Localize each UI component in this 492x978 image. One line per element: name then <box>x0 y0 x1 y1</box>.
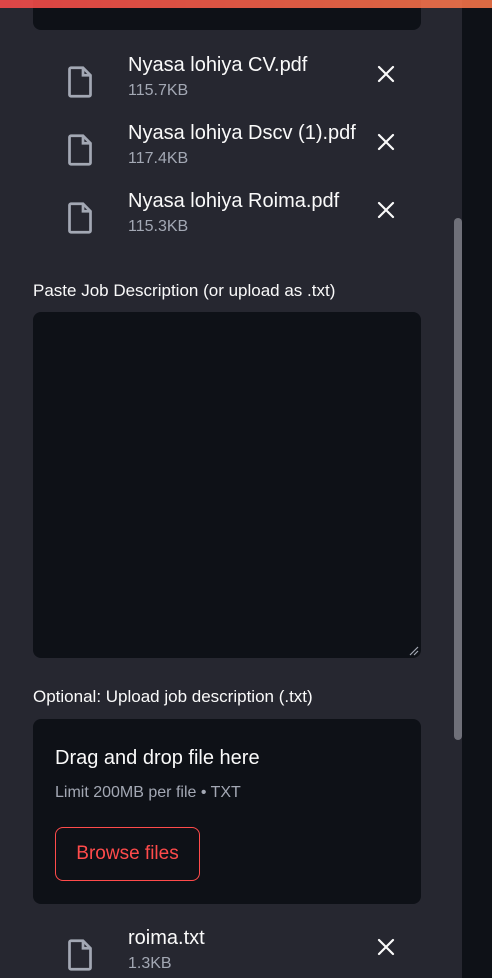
top-decoration-bar <box>0 0 492 8</box>
close-icon[interactable] <box>370 194 402 226</box>
file-name: Nyasa lohiya CV.pdf <box>128 54 308 76</box>
file-size: 115.7KB <box>128 82 189 99</box>
browse-files-button[interactable]: Browse files <box>55 827 200 881</box>
job-description-label: Paste Job Description (or upload as .txt… <box>33 281 336 300</box>
dropzone-title: Drag and drop file here <box>55 747 260 769</box>
close-icon[interactable] <box>370 126 402 158</box>
job-description-textarea[interactable] <box>33 312 421 658</box>
file-name: Nyasa lohiya Roima.pdf <box>128 190 340 212</box>
file-size: 1.3KB <box>128 955 172 972</box>
sidebar-scrollbar[interactable] <box>454 218 462 740</box>
file-size: 115.3KB <box>128 218 189 235</box>
uploaded-file-item: roima.txt 1.3KB <box>62 927 422 978</box>
file-icon <box>68 134 92 166</box>
jd-dropzone[interactable]: Drag and drop file here Limit 200MB per … <box>33 719 421 904</box>
close-icon[interactable] <box>370 931 402 963</box>
main-content-edge <box>462 0 492 978</box>
uploaded-file-item: Nyasa lohiya Dscv (1).pdf 117.4KB <box>62 122 422 178</box>
file-icon <box>68 202 92 234</box>
file-name: Nyasa lohiya Dscv (1).pdf <box>128 122 356 144</box>
resize-handle-icon[interactable] <box>407 644 419 656</box>
uploaded-file-item: Nyasa lohiya CV.pdf 115.7KB <box>62 54 422 110</box>
file-name: roima.txt <box>128 927 205 949</box>
jd-upload-label: Optional: Upload job description (.txt) <box>33 687 313 706</box>
sidebar: Nyasa lohiya CV.pdf 115.7KB Nyasa lohiya… <box>0 0 462 978</box>
uploaded-file-item: Nyasa lohiya Roima.pdf 115.3KB <box>62 190 422 246</box>
dropzone-limit: Limit 200MB per file • TXT <box>55 784 241 801</box>
close-icon[interactable] <box>370 58 402 90</box>
file-icon <box>68 66 92 98</box>
file-icon <box>68 939 92 971</box>
file-size: 117.4KB <box>128 150 189 167</box>
